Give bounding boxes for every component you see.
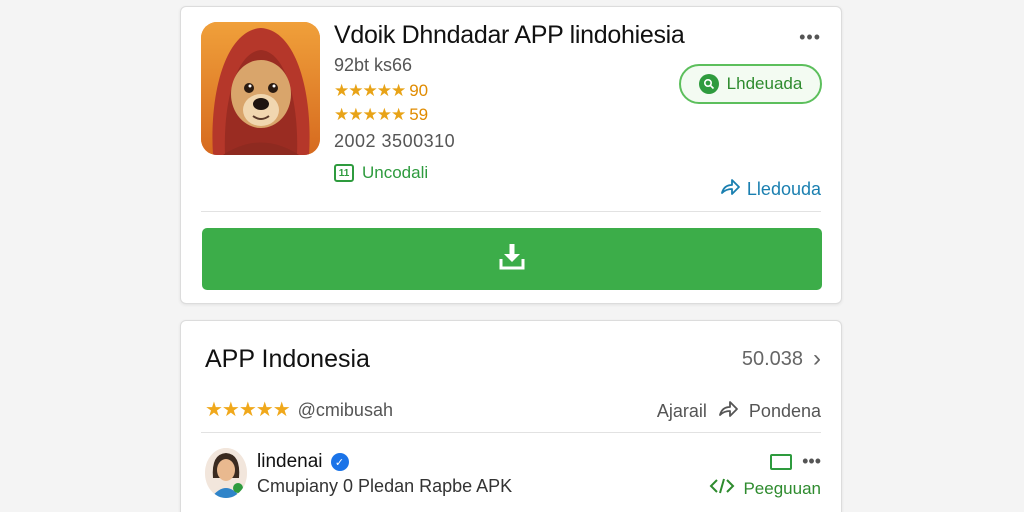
section-count-link[interactable]: 50.038 › [742,345,821,373]
share-icon[interactable] [717,399,739,424]
share-link[interactable]: Lledouda [719,177,821,202]
section-rating: ★★★★★ @cmibusah [205,397,393,422]
star-rating-icon: ★★★★★ [334,81,406,100]
rating-row: ★★★★★ 59 [334,105,428,125]
developer-name[interactable]: lindenai [257,451,323,473]
badge-label: Uncodali [362,163,429,182]
rating-handle: @cmibusah [297,400,393,420]
developer-description: Cmupiany 0 Pledan Rapbe APK [257,476,513,496]
star-rating-icon: ★★★★★ [205,399,291,421]
app-icon[interactable] [201,22,320,155]
developer-actions: ••• [770,451,821,472]
more-options-icon[interactable]: ••• [802,451,821,472]
rating-row: ★★★★★ 90 [334,81,428,101]
primary-action-label: Lhdeuada [726,74,803,93]
action-right[interactable]: Pondena [749,401,821,422]
chevron-right-icon: › [813,345,821,372]
app-info-card: APP Indonesia 50.038 › ★★★★★ @cmibusah Aj… [180,320,842,512]
download-icon [497,242,527,277]
rating-value: 59 [409,105,429,124]
share-icon [719,177,741,202]
more-options-icon[interactable]: ••• [799,27,821,48]
divider [201,432,821,433]
developer-link-label: Peeguuan [743,478,821,498]
star-rating-icon: ★★★★★ [334,105,406,124]
app-header-card: Vdoik Dhndadar APP lindohiesia ••• 92bt … [180,6,842,304]
section-count: 50.038 [741,347,803,370]
developer-avatar[interactable] [205,448,247,498]
app-title: Vdoik Dhndadar APP lindohiesia [334,21,685,49]
app-meta: 92bt ks66 [334,55,413,75]
verified-check-icon: ✓ [330,453,349,471]
code-icon [709,477,735,500]
app-date: 2002 3500310 [334,131,456,151]
section-actions: Ajarail Pondena [657,399,821,424]
download-button[interactable] [202,228,822,290]
rating-value: 90 [409,81,429,100]
primary-action-button[interactable]: Lhdeuada [679,64,822,104]
badge-icon: 11 [334,164,354,182]
action-left[interactable]: Ajarail [657,401,707,422]
search-icon [698,74,719,94]
developer-link[interactable]: Peeguuan [709,477,821,500]
section-title: APP Indonesia [205,345,370,373]
share-label: Lledouda [746,179,821,199]
update-badge: 11 Uncodali [334,163,428,183]
divider [201,211,821,212]
developer-name-row: lindenai ✓ [257,451,349,473]
bookmark-icon[interactable] [770,453,793,470]
